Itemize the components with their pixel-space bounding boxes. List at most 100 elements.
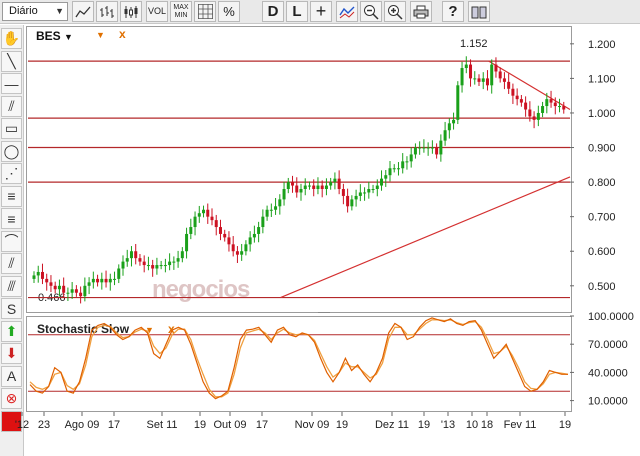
zoom-out-icon xyxy=(364,4,379,20)
candle-chart-button[interactable] xyxy=(120,1,142,22)
red-arrow-down-tool[interactable]: ⬇ xyxy=(1,343,22,364)
x-tick-label: 19 xyxy=(559,419,571,431)
indicator-close-icon[interactable]: x xyxy=(168,322,175,336)
maxmin-label: MAX MIN xyxy=(173,3,189,19)
arc-tool[interactable]: ⌒ xyxy=(1,230,22,252)
x-tick-label: 19 xyxy=(336,419,348,431)
settings-icon[interactable]: ▼ xyxy=(96,30,105,40)
d-label: D xyxy=(267,3,279,20)
x-tick-label: 19 xyxy=(194,419,206,431)
ellipse-icon: ◯ xyxy=(3,142,20,159)
fibonacci-tool[interactable]: ≡ xyxy=(1,208,22,229)
fan-icon: ⋰ xyxy=(4,165,19,181)
horizontal-line-icon: — xyxy=(4,75,19,92)
y-tick-label: 1.200 xyxy=(588,39,616,51)
symbol-dropdown-icon[interactable]: ▼ xyxy=(64,32,73,42)
fibonacci-icon: ≡ xyxy=(7,188,16,204)
fibonacci-icon: ≡ xyxy=(7,210,16,227)
stoch-y-tick-label: 100.0000 xyxy=(588,311,634,323)
grid-icon xyxy=(197,4,213,19)
l-button[interactable]: L xyxy=(286,1,308,22)
green-arrow-up-icon: ⬆ xyxy=(5,322,18,339)
x-tick-label: 23 xyxy=(38,419,50,431)
price-panel[interactable] xyxy=(26,26,572,313)
channel-icon: ⫽ xyxy=(8,255,15,271)
x-tick-label: 19 xyxy=(418,419,430,431)
x-tick-label: Out 09 xyxy=(213,419,246,431)
indicators-button[interactable] xyxy=(336,1,358,22)
book-button[interactable] xyxy=(468,1,490,22)
stoch-y-tick-label: 10.0000 xyxy=(588,396,628,408)
help-button[interactable]: ? xyxy=(442,1,464,22)
zoom-in-icon xyxy=(388,4,403,20)
delete-icon: ⊗ xyxy=(5,390,18,406)
bar-chart-button[interactable] xyxy=(96,1,118,22)
candlestick-icon xyxy=(124,5,138,18)
watermark-logo: negocios xyxy=(152,276,250,303)
line-chart-button[interactable] xyxy=(72,1,94,22)
green-arrow-up-tool[interactable]: ⬆ xyxy=(1,320,22,342)
help-label: ? xyxy=(448,3,458,20)
grid-button[interactable] xyxy=(194,1,216,22)
y-tick-label: 0.600 xyxy=(588,246,616,258)
x-tick-label: '13 xyxy=(441,419,455,431)
parallel-lines-tool[interactable]: ⫽ xyxy=(1,95,22,117)
rectangle-icon: ▭ xyxy=(4,120,19,136)
color-tool[interactable]: ■ xyxy=(1,410,22,432)
stoch-y-tick-label: 40.0000 xyxy=(588,367,628,379)
print-button[interactable] xyxy=(410,1,432,22)
crosshair-button[interactable]: + xyxy=(310,1,332,22)
ohlc-icon xyxy=(100,5,114,18)
volume-label: VOL xyxy=(147,6,166,16)
y-tick-label: 0.500 xyxy=(588,281,616,293)
hand-icon: ✋ xyxy=(2,30,21,46)
s-tool[interactable]: S xyxy=(1,298,22,319)
low-label: 0.466 xyxy=(38,292,66,304)
zoom-out-button[interactable] xyxy=(360,1,382,22)
l-label: L xyxy=(292,3,302,20)
x-tick-label: Set 11 xyxy=(147,419,178,431)
x-tick-label: Dez 11 xyxy=(375,419,409,431)
text-tool[interactable]: A xyxy=(1,365,22,387)
y-tick-label: 1.100 xyxy=(588,73,616,85)
x-tick-label: 18 xyxy=(481,419,493,431)
x-tick-label: 10 xyxy=(466,419,478,431)
maxmin-button[interactable]: MAX MIN xyxy=(170,1,192,22)
line-icon: ╲ xyxy=(7,52,16,69)
hand-tool[interactable]: ✋ xyxy=(1,28,22,49)
indicator-title: Stochastic Slow xyxy=(37,322,130,336)
toolbar: Diário ▼ VOL MAX MIN % D L + ? xyxy=(0,0,640,24)
period-value: Diário xyxy=(9,5,38,17)
ellipse-tool[interactable]: ◯ xyxy=(1,140,22,162)
zoom-in-button[interactable] xyxy=(384,1,406,22)
fibonacci-tool[interactable]: ≡ xyxy=(1,185,22,207)
rectangle-tool[interactable]: ▭ xyxy=(1,118,22,139)
book-icon xyxy=(471,6,487,18)
horizontal-line-tool[interactable]: — xyxy=(1,73,22,94)
line-tool[interactable]: ╲ xyxy=(1,50,22,72)
y-tick-label: 0.800 xyxy=(588,177,616,189)
x-tick-label: Fev 11 xyxy=(504,419,537,431)
x-tick-label: 17 xyxy=(256,419,268,431)
percent-button[interactable]: % xyxy=(218,1,240,22)
y-tick-label: 0.900 xyxy=(588,143,616,155)
x-tick-label: Nov 09 xyxy=(295,419,330,431)
text-icon: A xyxy=(6,368,17,384)
fan-tool[interactable]: ⋰ xyxy=(1,163,22,184)
parallel-lines-icon: ⫽ xyxy=(8,97,15,114)
volume-button[interactable]: VOL xyxy=(146,1,168,22)
high-label: 1.152 xyxy=(460,38,488,50)
color-icon: ■ xyxy=(7,413,16,429)
line-chart-icon xyxy=(75,6,91,17)
channel-tool[interactable]: ⫽ xyxy=(1,253,22,274)
x-tick-label: 17 xyxy=(108,419,120,431)
indicator-settings-icon[interactable]: ▼ xyxy=(145,325,154,335)
delete-tool[interactable]: ⊗ xyxy=(1,388,22,409)
price-channel-icon: ⫻ xyxy=(7,277,16,294)
period-select[interactable]: Diário ▼ xyxy=(2,2,68,21)
d-button[interactable]: D xyxy=(262,1,284,22)
price-channel-tool[interactable]: ⫻ xyxy=(1,275,22,297)
close-icon[interactable]: x xyxy=(119,27,126,41)
y-tick-label: 0.700 xyxy=(588,212,616,224)
symbol-label[interactable]: BES ▼ xyxy=(36,29,73,43)
